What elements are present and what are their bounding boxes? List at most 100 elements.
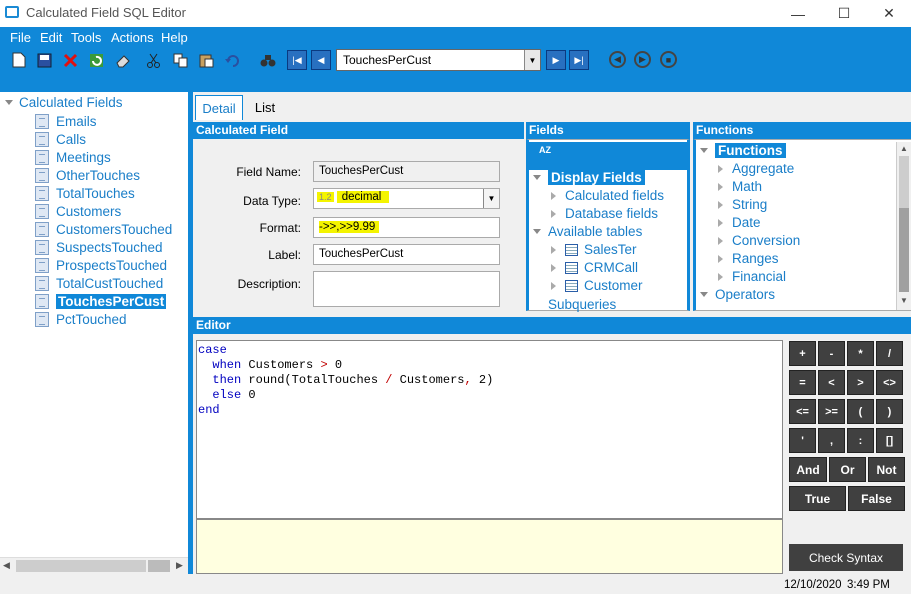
chevron-down-icon[interactable]: ▼ [524,50,540,70]
menu-file[interactable]: File [10,30,31,45]
display-fields-node[interactable]: Display Fields [533,170,645,185]
minimize-button[interactable]: — [775,0,821,27]
function-conversion[interactable]: Conversion [718,233,800,248]
key-less-equal[interactable]: <= [789,399,816,424]
key-open-paren[interactable]: ( [847,399,874,424]
last-record-button[interactable]: ▶| [569,50,589,70]
tree-root[interactable]: Calculated Fields [5,95,123,110]
functions-group-node[interactable]: Functions [700,143,786,158]
functions-scrollbar[interactable]: ▲ ▼ [896,142,911,310]
find-icon[interactable] [259,51,277,69]
key-multiply[interactable]: * [847,341,874,366]
tree-item-meetings[interactable]: Meetings [35,149,111,166]
key-greater-equal[interactable]: >= [818,399,845,424]
key-not-equal[interactable]: <> [876,370,903,395]
menu-edit[interactable]: Edit [40,30,62,45]
collapse-icon[interactable] [533,175,541,180]
collapse-icon[interactable] [700,292,708,297]
menu-actions[interactable]: Actions [111,30,154,45]
field-name-input[interactable]: TouchesPerCust [313,161,500,182]
scroll-track[interactable] [899,208,909,292]
scroll-thumb[interactable] [899,156,909,208]
tree-item-suspectstouched[interactable]: SuspectsTouched [35,239,163,256]
tree-item-touchespercust[interactable]: TouchesPerCust [35,293,167,310]
collapse-icon[interactable] [533,229,541,234]
expand-icon[interactable] [718,200,723,209]
tree-item-pcttouched[interactable]: PctTouched [35,311,127,328]
description-input[interactable] [313,271,500,307]
back-circle-icon[interactable]: ◀ [609,51,626,68]
function-string[interactable]: String [718,197,767,212]
expand-icon[interactable] [718,254,723,263]
scroll-down-icon[interactable]: ▼ [900,296,908,305]
tree-item-totaltouches[interactable]: TotalTouches [35,185,135,202]
database-fields-node[interactable]: Database fields [551,206,658,221]
copy-icon[interactable] [171,51,189,69]
subqueries-node[interactable]: Subqueries [548,297,616,312]
key-less-than[interactable]: < [818,370,845,395]
scroll-left-icon[interactable]: ◀ [3,560,10,571]
expand-icon[interactable] [551,281,556,290]
key-brackets[interactable]: [] [876,428,903,453]
close-window-button[interactable]: ✕ [866,0,911,27]
maximize-button[interactable]: ☐ [821,0,867,27]
key-close-paren[interactable]: ) [876,399,903,424]
table-customer[interactable]: Customer [551,278,643,293]
label-input[interactable]: TouchesPerCust [313,244,500,265]
tree-item-customers[interactable]: Customers [35,203,121,220]
save-icon[interactable] [35,51,53,69]
key-false[interactable]: False [848,486,905,511]
operators-node[interactable]: Operators [700,287,775,302]
collapse-icon[interactable] [5,100,13,105]
data-type-select[interactable]: 1.2 decimal ▼ [313,188,500,209]
expand-icon[interactable] [551,263,556,272]
key-true[interactable]: True [789,486,846,511]
next-record-button[interactable]: ▶ [546,50,566,70]
sort-az-icon[interactable]: AZ [539,146,551,155]
undo-icon[interactable] [223,51,241,69]
menu-help[interactable]: Help [161,30,188,45]
table-crmcall[interactable]: CRMCall [551,260,638,275]
format-input[interactable]: ->>,>>9.99 [313,217,500,238]
collapse-icon[interactable] [700,148,708,153]
expand-icon[interactable] [551,209,556,218]
scroll-up-icon[interactable]: ▲ [900,144,908,153]
key-greater-than[interactable]: > [847,370,874,395]
home-circle-icon[interactable]: ■ [660,51,677,68]
prev-record-button[interactable]: ◀ [311,50,331,70]
paste-icon[interactable] [197,51,215,69]
menu-tools[interactable]: Tools [71,30,101,45]
tree-item-customerstouched[interactable]: CustomersTouched [35,221,172,238]
key-comma[interactable]: , [818,428,845,453]
new-icon[interactable] [10,51,28,69]
tab-detail[interactable]: Detail [195,95,243,120]
function-ranges[interactable]: Ranges [718,251,779,266]
key-divide[interactable]: / [876,341,903,366]
cut-icon[interactable] [144,51,162,69]
expand-icon[interactable] [718,272,723,281]
key-plus[interactable]: + [789,341,816,366]
refresh-icon[interactable] [87,51,105,69]
expand-icon[interactable] [718,182,723,191]
chevron-down-icon[interactable]: ▼ [483,189,499,208]
scroll-track[interactable] [148,560,170,572]
key-equals[interactable]: = [789,370,816,395]
first-record-button[interactable]: |◀ [287,50,307,70]
function-date[interactable]: Date [718,215,761,230]
expand-icon[interactable] [718,236,723,245]
forward-circle-icon[interactable]: ▶ [634,51,651,68]
tree-item-emails[interactable]: Emails [35,113,97,130]
key-or[interactable]: Or [829,457,866,482]
expand-icon[interactable] [551,191,556,200]
function-financial[interactable]: Financial [718,269,786,284]
key-quote[interactable]: ' [789,428,816,453]
tree-item-totalcusttouched[interactable]: TotalCustTouched [35,275,163,292]
scroll-right-icon[interactable]: ▶ [176,560,183,571]
field-selector-combo[interactable]: TouchesPerCust ▼ [336,49,541,71]
tree-item-prospectstouched[interactable]: ProspectsTouched [35,257,167,274]
check-syntax-button[interactable]: Check Syntax [789,544,903,571]
expand-icon[interactable] [551,245,556,254]
sql-editor[interactable]: case when Customers > 0 then round(Total… [196,340,783,519]
key-colon[interactable]: : [847,428,874,453]
function-aggregate[interactable]: Aggregate [718,161,794,176]
